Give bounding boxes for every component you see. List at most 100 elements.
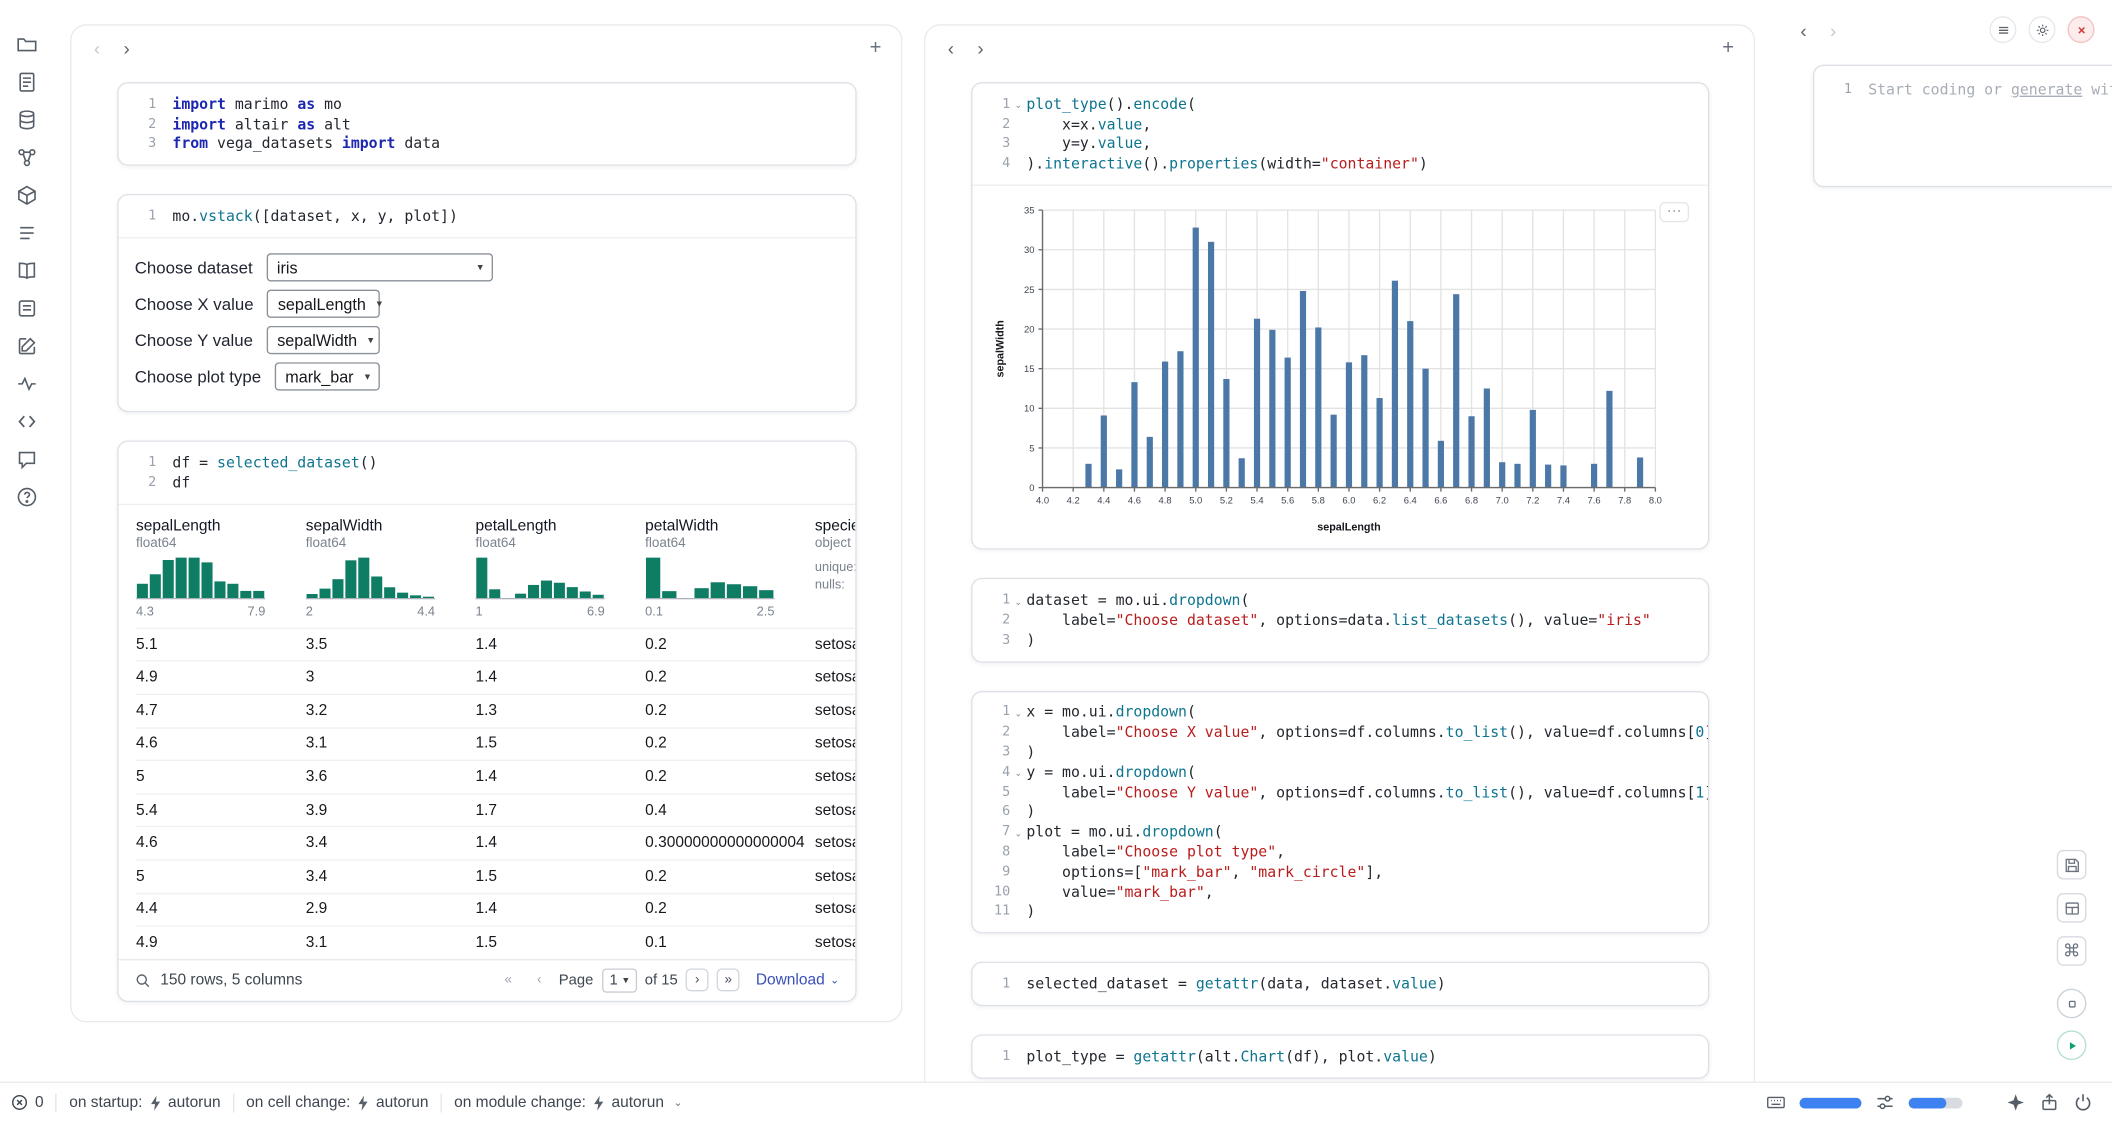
table-row: 4.93.11.50.1setosa — [136, 926, 855, 959]
startup-autorun-chip[interactable]: on startup: autorun — [69, 1094, 220, 1110]
code-editor[interactable]: 1 Start coding or generate with AI — [1814, 66, 2112, 186]
runtime-sliders-icon[interactable] — [1875, 1092, 1895, 1112]
column-header[interactable]: petalLengthfloat6416.9 — [475, 518, 645, 619]
generate-ai-link[interactable]: generate — [2011, 81, 2082, 99]
code-editor[interactable]: 1selected_dataset = getattr(data, datase… — [972, 964, 1707, 1005]
share-icon[interactable] — [2039, 1092, 2059, 1112]
cell-output: Choose dataset iris▾ Choose X value sepa… — [119, 237, 856, 411]
table-cell: setosa — [815, 736, 855, 752]
svg-text:7.8: 7.8 — [1618, 495, 1631, 506]
settings-gear-icon[interactable] — [2028, 16, 2055, 43]
download-button[interactable]: Download⌄ — [756, 972, 839, 988]
column-next-icon[interactable]: › — [1821, 18, 1845, 42]
fold-spacer — [1010, 143, 1026, 146]
column-next-icon[interactable]: › — [114, 36, 138, 60]
column-next-icon[interactable]: › — [968, 36, 992, 60]
scratchpad-icon[interactable] — [15, 334, 38, 357]
next-page-icon[interactable]: › — [686, 969, 709, 992]
line-number: 3 — [986, 745, 1010, 760]
page-select[interactable]: 1▾ — [601, 968, 636, 992]
code-editor[interactable]: 1⌄plot_type().encode(2 x=x.value,3 y=y.v… — [972, 84, 1707, 185]
svg-text:25: 25 — [1024, 284, 1034, 295]
code-cell-dataframe: 1df = selected_dataset()2df sepalLengthf… — [117, 441, 856, 1002]
dependency-graph-icon[interactable] — [15, 145, 38, 168]
outline-icon[interactable] — [15, 221, 38, 244]
first-page-icon[interactable]: « — [497, 969, 520, 992]
column-header[interactable]: speciesobjectunique:nulls: — [815, 518, 855, 619]
ai-sparkle-icon[interactable] — [2006, 1092, 2026, 1112]
chart-actions-icon[interactable]: ⋯ — [1659, 202, 1689, 222]
control-row: Choose Y value sepalWidth▾ — [119, 322, 856, 358]
line-number: 1 — [986, 1049, 1010, 1064]
markdown-file-icon[interactable] — [15, 70, 38, 93]
code-editor[interactable]: 1mo.vstack([dataset, x, y, plot]) — [119, 196, 856, 237]
column-header[interactable]: sepalWidthfloat6424.4 — [306, 518, 476, 619]
x-value-select[interactable]: sepalLength▾ — [267, 290, 380, 318]
close-icon[interactable] — [2068, 16, 2095, 43]
add-column-icon[interactable]: + — [863, 36, 887, 60]
dataset-select[interactable]: iris▾ — [266, 253, 492, 281]
fold-chevron-icon[interactable]: ⌄ — [1010, 766, 1026, 779]
prev-page-icon[interactable]: ‹ — [528, 969, 551, 992]
fold-chevron-icon[interactable]: ⌄ — [1010, 706, 1026, 719]
help-icon[interactable] — [15, 485, 38, 508]
fold-spacer — [1010, 639, 1026, 642]
fold-chevron-icon[interactable]: ⌄ — [1010, 593, 1026, 606]
code-editor[interactable]: 1df = selected_dataset()2df — [119, 442, 856, 503]
column-histogram — [136, 556, 265, 599]
command-palette-icon[interactable]: ⌘ — [2057, 936, 2087, 966]
fold-spacer — [156, 461, 172, 464]
shutdown-power-icon[interactable] — [2073, 1092, 2093, 1112]
column-header[interactable]: sepalLengthfloat644.37.9 — [136, 518, 306, 619]
svg-text:sepalLength: sepalLength — [1317, 522, 1380, 534]
table-row: 4.63.41.40.30000000000000004setosa — [136, 826, 855, 859]
file-explorer-icon[interactable] — [15, 32, 38, 55]
table-cell: 0.2 — [645, 868, 815, 884]
code-line: 7⌄plot = mo.ui.dropdown( — [986, 822, 1697, 842]
errors-indicator[interactable]: 0 — [11, 1094, 44, 1112]
fold-spacer — [1010, 851, 1026, 854]
table-cell: 5.1 — [136, 637, 306, 653]
fold-spacer — [1010, 791, 1026, 794]
code-editor[interactable]: 1⌄x = mo.ui.dropdown(2 label="Choose X v… — [972, 692, 1707, 933]
documentation-icon[interactable] — [15, 259, 38, 282]
code-editor[interactable]: 1plot_type = getattr(alt.Chart(df), plot… — [972, 1036, 1707, 1077]
code-line: 3) — [986, 630, 1697, 650]
layout-grid-icon[interactable] — [2057, 893, 2087, 923]
column-header[interactable]: petalWidthfloat640.12.5 — [645, 518, 815, 619]
y-value-select[interactable]: sepalWidth▾ — [266, 326, 379, 354]
code-cell-vstack: 1mo.vstack([dataset, x, y, plot]) Choose… — [117, 194, 856, 412]
table-cell: 3.6 — [306, 769, 476, 785]
datasources-icon[interactable] — [15, 108, 38, 131]
add-column-icon[interactable]: + — [1716, 36, 1740, 60]
code-editor[interactable]: 1⌄dataset = mo.ui.dropdown(2 label="Choo… — [972, 579, 1707, 660]
search-icon[interactable] — [135, 972, 151, 988]
cell-change-autorun-chip[interactable]: on cell change: autorun — [246, 1094, 428, 1110]
floating-actions: ⌘ — [2057, 850, 2087, 966]
fold-chevron-icon[interactable]: ⌄ — [1010, 98, 1026, 111]
packages-icon[interactable] — [15, 183, 38, 206]
code-line: 11) — [986, 902, 1697, 922]
bar-chart[interactable]: 4.04.24.44.64.85.05.25.45.65.86.06.26.46… — [989, 197, 1669, 536]
interrupt-icon[interactable] — [2057, 989, 2087, 1019]
ai-chat-icon[interactable] — [15, 447, 38, 470]
plot-type-select[interactable]: mark_bar▾ — [275, 363, 380, 391]
keyboard-shortcuts-icon[interactable] — [1766, 1092, 1786, 1112]
table-cell: 4.7 — [136, 703, 306, 719]
fold-chevron-icon[interactable]: ⌄ — [1010, 825, 1026, 838]
column-prev-icon[interactable]: ‹ — [85, 36, 109, 60]
column-prev-icon[interactable]: ‹ — [939, 36, 963, 60]
module-change-autorun-chip[interactable]: on module change: autorun ⌄ — [454, 1094, 682, 1110]
run-all-icon[interactable] — [2057, 1030, 2087, 1060]
column-2-toolbar: ‹ › + — [925, 26, 1753, 61]
code-editor[interactable]: 1import marimo as mo2import altair as al… — [119, 84, 856, 165]
column-prev-icon[interactable]: ‹ — [1791, 18, 1815, 42]
snippets-icon[interactable] — [15, 409, 38, 432]
tracing-icon[interactable] — [15, 372, 38, 395]
table-summary: 150 rows, 5 columns — [160, 972, 302, 988]
logs-icon[interactable] — [15, 296, 38, 319]
line-number: 7 — [986, 825, 1010, 840]
menu-icon[interactable] — [1989, 16, 2016, 43]
save-icon[interactable] — [2057, 850, 2087, 880]
last-page-icon[interactable]: » — [717, 969, 740, 992]
